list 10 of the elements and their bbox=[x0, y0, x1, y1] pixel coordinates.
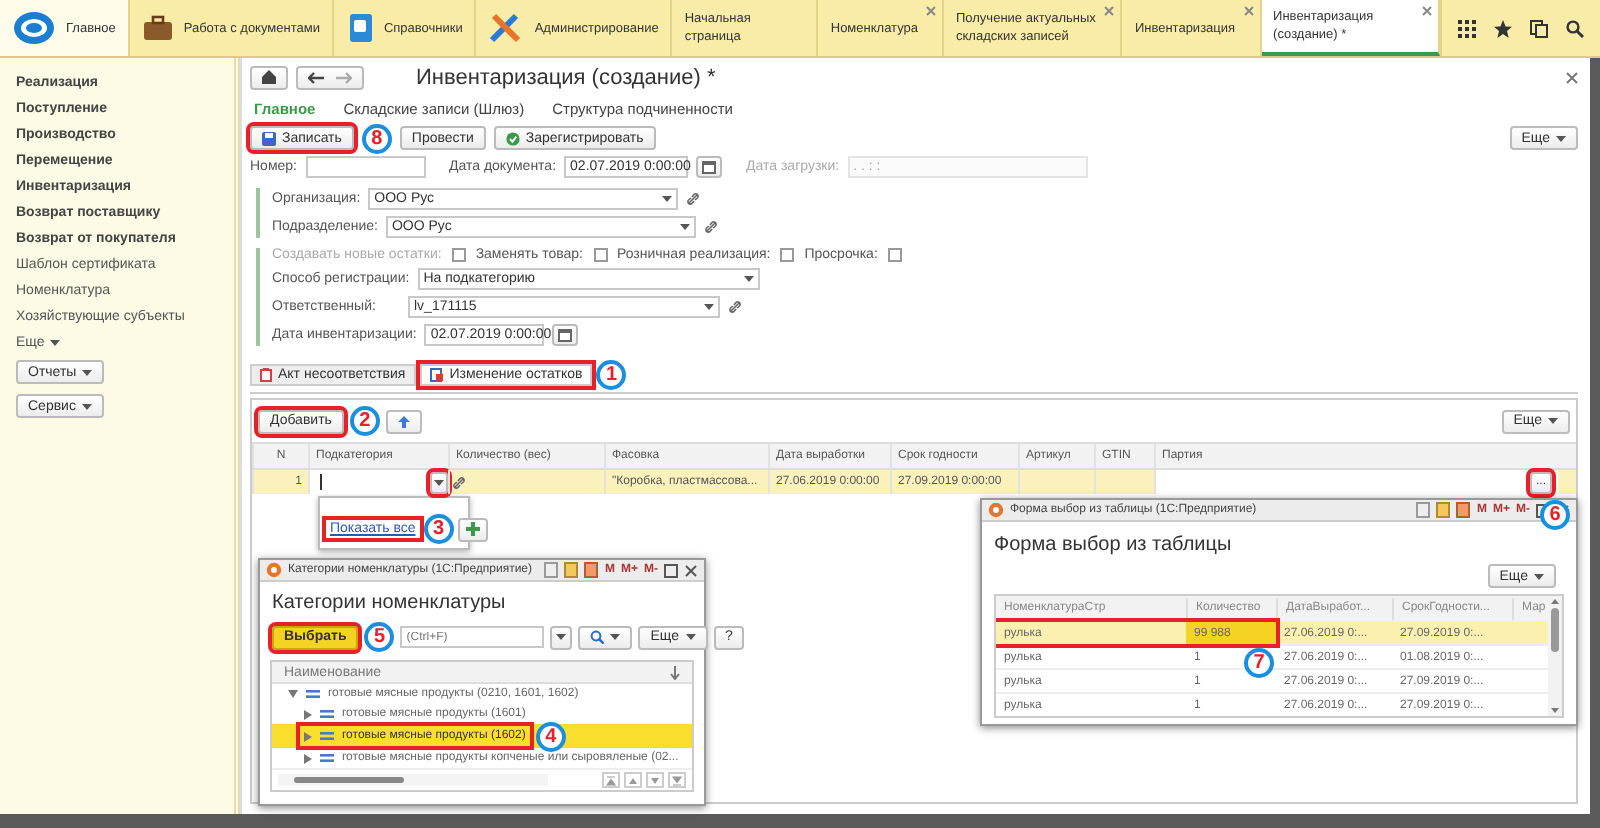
dialog-title: Категории номенклатуры bbox=[272, 592, 508, 614]
callout-badge: 4 bbox=[535, 721, 566, 751]
callout-badge: 5 bbox=[364, 622, 395, 652]
callout-badge: 7 bbox=[1244, 648, 1274, 678]
callout-badge: 3 bbox=[423, 514, 454, 544]
callout-badge: 2 bbox=[349, 406, 380, 436]
callout-badge: 8 bbox=[361, 123, 392, 153]
form-title: Инвентаризация (создание) * bbox=[416, 65, 716, 89]
callout-badge: 1 bbox=[596, 360, 627, 390]
dialog-title: Форма выбор из таблицы bbox=[994, 534, 1234, 556]
